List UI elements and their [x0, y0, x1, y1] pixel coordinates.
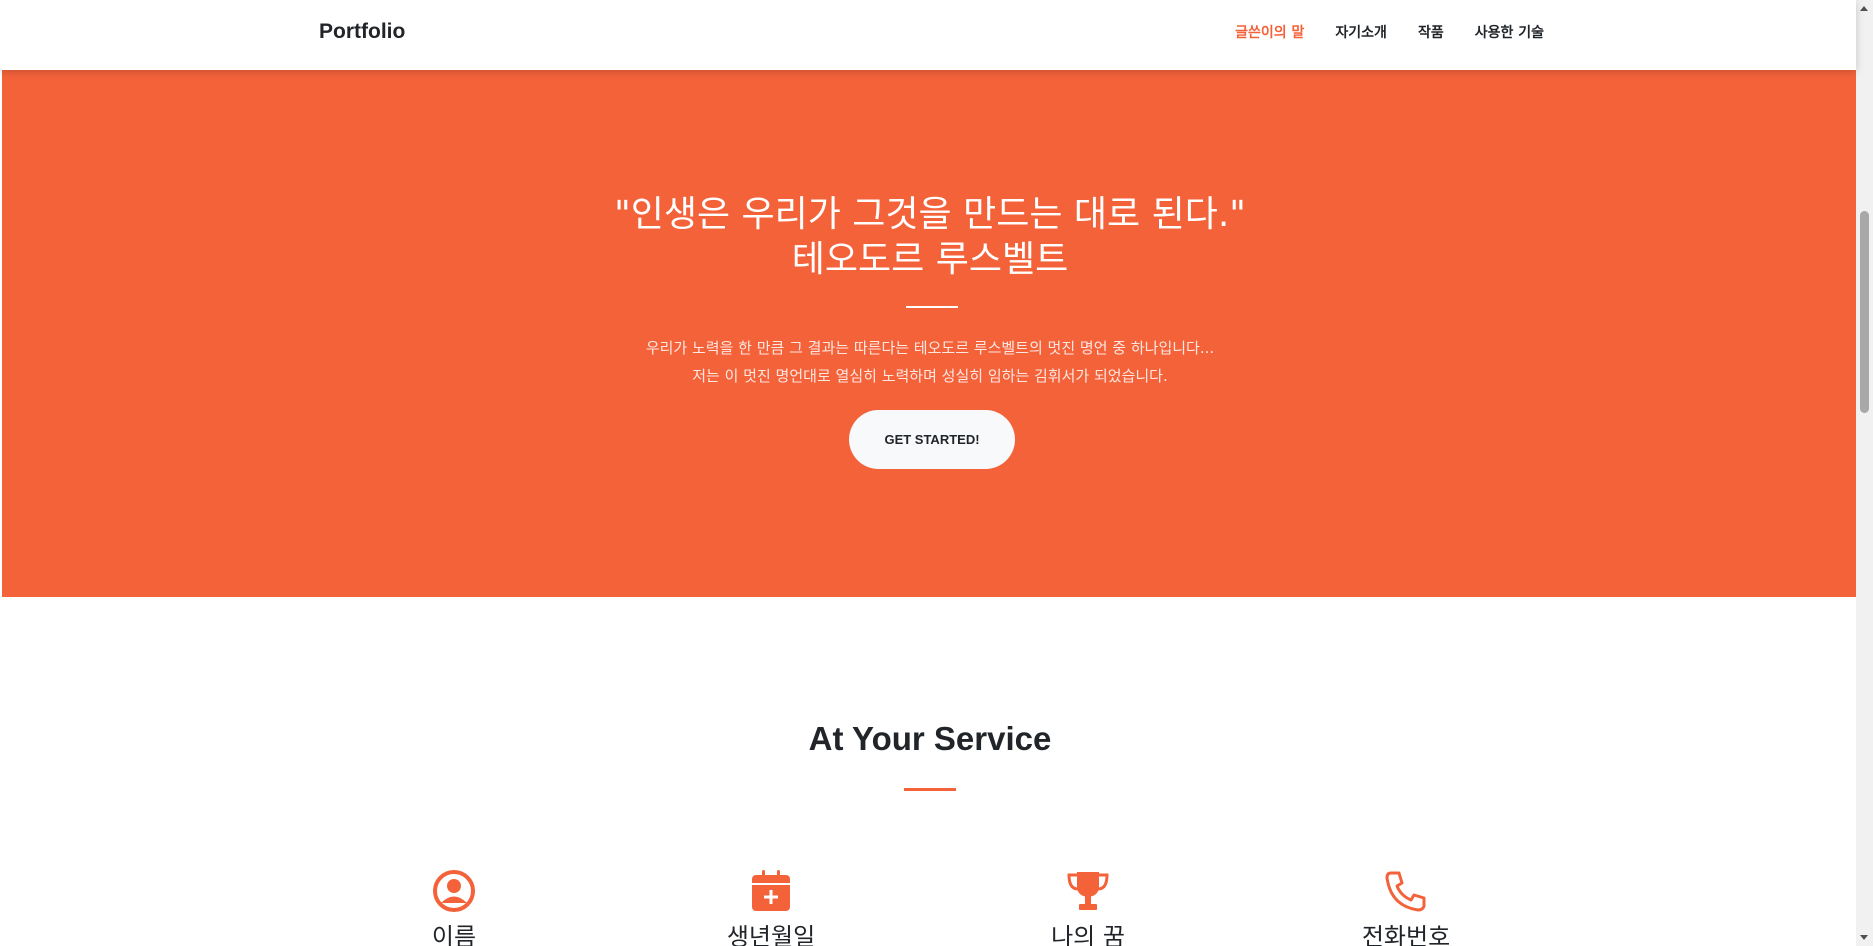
hero-description-line-1: 우리가 노력을 한 만큼 그 결과는 따른다는 테오도르 루스벨트의 멋진 명언… — [645, 339, 1215, 357]
user-circle-icon — [433, 870, 475, 912]
hero-description: 우리가 노력을 한 만큼 그 결과는 따른다는 테오도르 루스벨트의 멋진 명언… — [2, 334, 1858, 390]
hero-title: "인생은 우리가 그것을 만드는 대로 된다." 테오도르 루스벨트 — [2, 192, 1858, 282]
hero-quote-author: 테오도르 루스벨트 — [791, 239, 1069, 280]
services-title: At Your Service — [808, 720, 1052, 757]
scrollbar-thumb[interactable] — [1860, 211, 1869, 413]
page-scrollbar[interactable] — [1856, 0, 1873, 946]
service-label-birthdate: 생년월일 — [726, 923, 816, 946]
hero-divider — [906, 306, 958, 308]
trophy-icon — [1067, 872, 1109, 910]
service-item-phone: 전화번호 — [1306, 868, 1506, 946]
service-item-name: 이름 — [354, 868, 554, 946]
services-divider — [904, 788, 956, 791]
phone-icon — [1385, 871, 1426, 912]
scroll-down-arrow-icon[interactable] — [1860, 935, 1868, 940]
services-section: At Your Service 이름 생년월일 나의 꿈 전화번호 — [0, 597, 1856, 946]
scroll-up-arrow-icon[interactable] — [1860, 6, 1868, 11]
page: Portfolio 글쓴이의 말 자기소개 작품 사용한 기술 "인생은 우리가… — [0, 0, 1873, 946]
nav-link-author-note[interactable]: 글쓴이의 말 — [1235, 22, 1304, 42]
hero-section: "인생은 우리가 그것을 만드는 대로 된다." 테오도르 루스벨트 우리가 노… — [2, 70, 1858, 597]
navbar: Portfolio 글쓴이의 말 자기소개 작품 사용한 기술 — [0, 0, 1856, 70]
nav-link-about[interactable]: 자기소개 — [1335, 22, 1387, 42]
service-label-name: 이름 — [431, 923, 477, 946]
nav-link-skills[interactable]: 사용한 기술 — [1475, 22, 1544, 42]
calendar-plus-icon — [752, 870, 790, 911]
service-label-dream: 나의 꿈 — [1051, 923, 1125, 946]
hero-quote: "인생은 우리가 그것을 만드는 대로 된다." — [614, 194, 1246, 235]
nav-links: 글쓴이의 말 자기소개 작품 사용한 기술 — [1235, 22, 1544, 42]
hero-description-line-2: 저는 이 멋진 명언대로 열심히 노력하며 성실히 임하는 김휘서가 되었습니다… — [692, 367, 1168, 385]
service-item-dream: 나의 꿈 — [988, 868, 1188, 946]
get-started-button[interactable]: GET STARTED! — [849, 410, 1015, 469]
brand-logo[interactable]: Portfolio — [319, 20, 405, 44]
service-item-birthdate: 생년월일 — [671, 868, 871, 946]
service-label-phone: 전화번호 — [1361, 923, 1451, 946]
nav-link-portfolio[interactable]: 작품 — [1418, 22, 1444, 42]
